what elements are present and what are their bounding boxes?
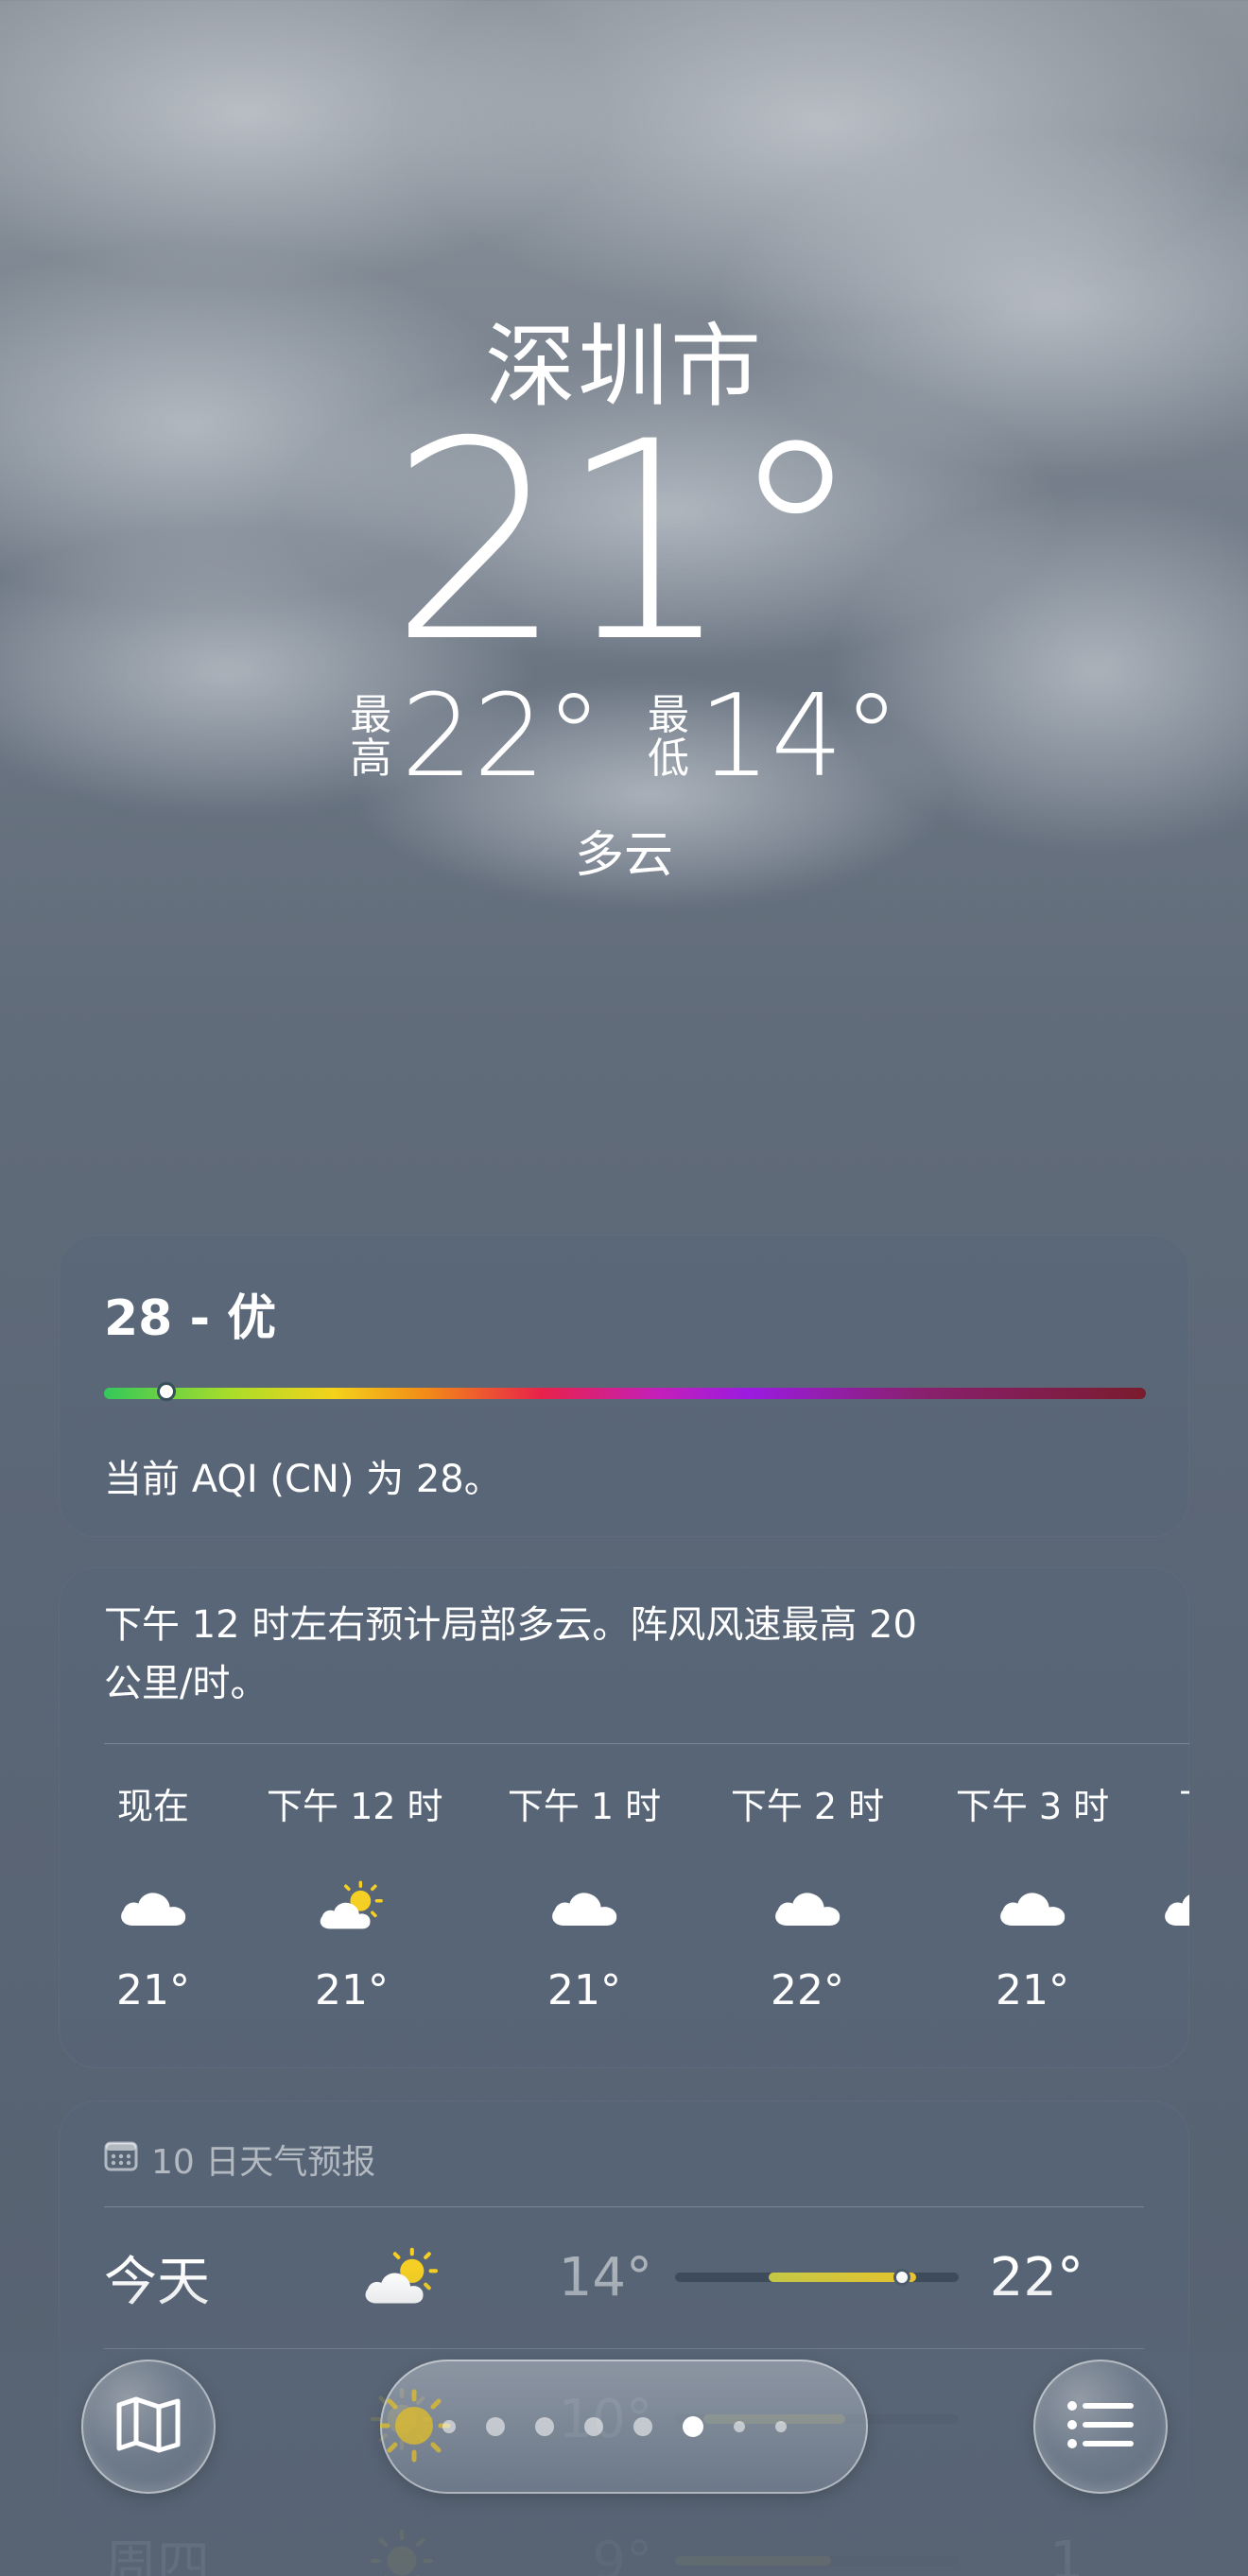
high-temp: 22° — [401, 671, 602, 803]
daily-header: 10 日天气预报 — [104, 2135, 375, 2184]
page-dot — [775, 2421, 787, 2432]
daily-row[interactable]: 今天 14° 22° — [104, 2206, 1144, 2348]
daily-header-label: 10 日天气预报 — [151, 2143, 376, 2182]
current-temperature: 21° — [389, 384, 864, 702]
partly-sunny-icon — [350, 2247, 454, 2308]
aqi-description: 当前 AQI (CN) 为 28。 — [104, 1458, 502, 1501]
day-name: 周四 — [104, 2534, 210, 2576]
divider — [104, 1743, 1189, 1744]
day-name: 今天 — [104, 2251, 210, 2313]
page-dots — [442, 2360, 787, 2494]
ten-day-forecast-card[interactable]: 10 日天气预报 今天14°22°10°周四9°1 — [59, 2101, 1189, 2576]
hourly-item: 下午 2 时 22° — [722, 1777, 893, 2014]
calendar-icon — [104, 2139, 138, 2180]
hourly-item: 现在 21° — [68, 1777, 238, 2014]
page-dot-active — [683, 2416, 703, 2437]
page-dot — [535, 2417, 554, 2436]
hour-time: 现在 — [116, 1786, 189, 1827]
page-dot — [584, 2417, 603, 2436]
aqi-indicator — [157, 1382, 177, 1401]
hourly-summary: 下午 12 时左右预计局部多云。阵风风速最高 20 公里/时。 — [104, 1603, 917, 1705]
high-temp-group: 最 高 22° — [348, 681, 602, 794]
hour-temp: 21° — [996, 1966, 1069, 2014]
high-label: 最 高 — [350, 691, 392, 783]
air-quality-card[interactable]: 28 - 优 当前 AQI (CN) 为 28。 — [59, 1235, 1189, 1537]
hour-temp: 21° — [315, 1966, 389, 2014]
hour-temp: 22° — [771, 1966, 844, 2014]
aqi-scale-bar — [104, 1382, 1146, 1401]
hour-time: 下午 3 时 — [955, 1786, 1110, 1827]
temp-range-bar — [675, 2556, 831, 2566]
page-dot — [486, 2417, 505, 2436]
city-list-button[interactable] — [1033, 2360, 1168, 2494]
page-dot — [633, 2417, 652, 2436]
hourly-item: 下午 1 时 21° — [499, 1777, 669, 2014]
hourly-item: 下 — [1112, 1777, 1189, 1966]
hour-time: 下午 2 时 — [730, 1786, 885, 1827]
high-low-row: 最 高 22° 最 低 14° — [0, 681, 1248, 794]
temp-range-track — [675, 2556, 959, 2566]
partly-sunny-icon — [267, 1855, 437, 1959]
hourly-item: 下午 12 时 21° — [267, 1777, 443, 2014]
hourly-forecast-card[interactable]: 下午 12 时左右预计局部多云。阵风风速最高 20 公里/时。 现在 21° 下午 … — [59, 1567, 1189, 2068]
cloud-icon — [499, 1855, 669, 1959]
day-high-temp: 22° — [989, 2246, 1083, 2308]
page-indicator-pill[interactable] — [380, 2360, 868, 2494]
hour-time: 下 — [1112, 1777, 1189, 1827]
hour-time: 下午 1 时 — [507, 1786, 662, 1827]
sun-icon — [350, 2527, 454, 2576]
temp-range-track — [675, 2269, 959, 2286]
list-icon — [1066, 2398, 1135, 2455]
hourly-scroll[interactable]: 下午 12 时左右预计局部多云。阵风风速最高 20 公里/时。 现在 21° 下午 … — [59, 1567, 1189, 2068]
day-high-temp: 1 — [1049, 2530, 1083, 2576]
map-button[interactable] — [81, 2360, 216, 2494]
map-icon — [115, 2395, 182, 2458]
hour-temp: 21° — [547, 1966, 621, 2014]
cloud-icon — [947, 1855, 1118, 1959]
condition-text: 多云 — [574, 827, 673, 884]
cloud-icon — [722, 1855, 893, 1959]
hour-temp: 21° — [116, 1966, 190, 2014]
aqi-value: 28 - 优 — [104, 1290, 277, 1347]
hourly-item: 下午 3 时 21° — [947, 1777, 1118, 2014]
day-low-temp: 14° — [558, 2246, 652, 2308]
hour-time: 下午 12 时 — [267, 1786, 443, 1827]
page-dot — [442, 2420, 456, 2433]
low-label: 最 低 — [648, 691, 689, 783]
daily-row[interactable]: 周四 9° 1 — [104, 2490, 1144, 2576]
low-temp: 14° — [699, 671, 900, 803]
cloud-icon — [68, 1855, 238, 1959]
page-dot — [734, 2421, 745, 2432]
low-temp-group: 最 低 14° — [646, 681, 900, 794]
day-low-temp: 9° — [592, 2530, 652, 2576]
current-temp-dot — [893, 2269, 910, 2286]
cloud-icon — [1112, 1855, 1189, 1959]
